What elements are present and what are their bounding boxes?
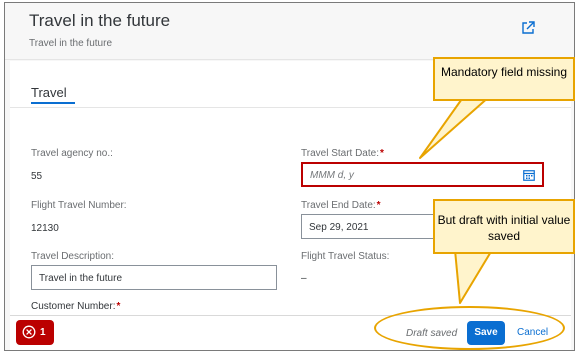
section-tab-indicator [31, 102, 75, 104]
agency-label: Travel agency no.: [31, 148, 113, 159]
highlight-ellipse [374, 306, 565, 350]
calendar-icon[interactable] [523, 169, 535, 181]
required-marker: * [116, 301, 121, 312]
end-date-input[interactable]: Sep 29, 2021 [301, 214, 451, 239]
object-page-header: Travel in the future Travel in the futur… [5, 3, 574, 60]
page-subtitle: Travel in the future [29, 38, 113, 49]
error-messages-button[interactable]: 1 [16, 320, 54, 345]
start-date-input[interactable]: MMM d, y [301, 162, 544, 187]
callout-top: Mandatory field missing [433, 57, 575, 101]
required-marker: * [380, 148, 384, 159]
description-label: Travel Description: [31, 251, 114, 262]
error-icon [22, 325, 36, 339]
share-icon[interactable] [520, 20, 536, 36]
start-date-placeholder: MMM d, y [310, 170, 354, 181]
start-date-label: Travel Start Date:* [301, 148, 384, 159]
section-divider [10, 107, 571, 108]
error-count: 1 [40, 327, 46, 338]
end-date-label: Travel End Date:* [301, 200, 381, 211]
section-tab-travel[interactable]: Travel [31, 85, 67, 100]
callout-bottom: But draft with initial value saved [433, 199, 575, 254]
status-value: – [301, 273, 307, 284]
flight-number-value: 12130 [31, 223, 59, 234]
status-label: Flight Travel Status: [301, 251, 390, 262]
customer-label: Customer Number:* [31, 301, 120, 312]
end-date-label-text: Travel End Date: [301, 200, 376, 211]
start-date-label-text: Travel Start Date: [301, 148, 379, 159]
description-input[interactable]: Travel in the future [31, 265, 277, 290]
page-title: Travel in the future [29, 11, 171, 30]
flight-number-label: Flight Travel Number: [31, 200, 127, 211]
app-window: Travel in the future Travel in the futur… [4, 2, 575, 351]
customer-label-text: Customer Number: [31, 301, 116, 312]
agency-value: 55 [31, 171, 43, 182]
required-marker: * [376, 200, 381, 211]
